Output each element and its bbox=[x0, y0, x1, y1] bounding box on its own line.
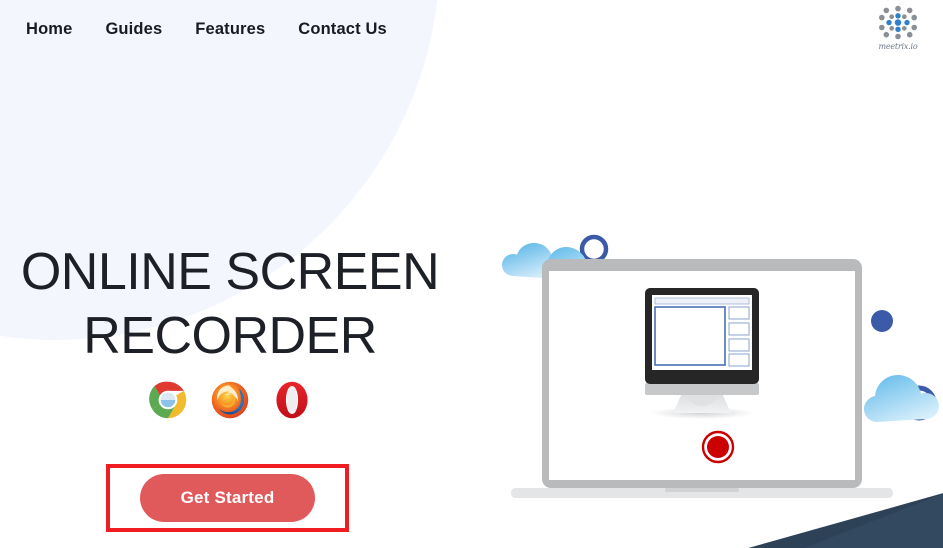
get-started-highlight-box: Get Started bbox=[106, 464, 349, 532]
dot-grid-logo-icon bbox=[879, 5, 917, 40]
nav-item-features[interactable]: Features bbox=[195, 20, 265, 39]
get-started-button[interactable]: Get Started bbox=[140, 474, 315, 522]
laptop-screen-recording-illustration bbox=[502, 234, 939, 498]
navbar: Home Guides Features Contact Us meetrix.… bbox=[0, 0, 943, 58]
nav-item-contact-us[interactable]: Contact Us bbox=[298, 20, 387, 39]
opera-icon bbox=[276, 381, 308, 419]
page-title-line-2: RECORDER bbox=[83, 307, 377, 365]
nav-item-home[interactable]: Home bbox=[26, 20, 72, 39]
decor-cloud-right bbox=[864, 375, 939, 422]
firefox-icon bbox=[211, 381, 249, 419]
hero-illustration bbox=[497, 228, 943, 528]
nav-links: Home Guides Features Contact Us bbox=[26, 20, 387, 39]
supported-browsers bbox=[0, 381, 460, 419]
record-button-icon[interactable] bbox=[701, 430, 735, 464]
nav-item-guides[interactable]: Guides bbox=[105, 20, 162, 39]
brand-wordmark: meetrix.io bbox=[878, 42, 918, 51]
decor-dot-right bbox=[871, 310, 893, 332]
page-title-line-1: ONLINE SCREEN bbox=[20, 243, 440, 301]
landing-page: Home Guides Features Contact Us meetrix.… bbox=[0, 0, 943, 548]
page-title: ONLINE SCREEN RECORDER bbox=[0, 240, 460, 368]
brand-logo[interactable]: meetrix.io bbox=[869, 2, 927, 54]
chrome-icon bbox=[149, 381, 187, 419]
hero-section: ONLINE SCREEN RECORDER bbox=[0, 240, 460, 419]
decor-ring-top bbox=[579, 234, 609, 264]
